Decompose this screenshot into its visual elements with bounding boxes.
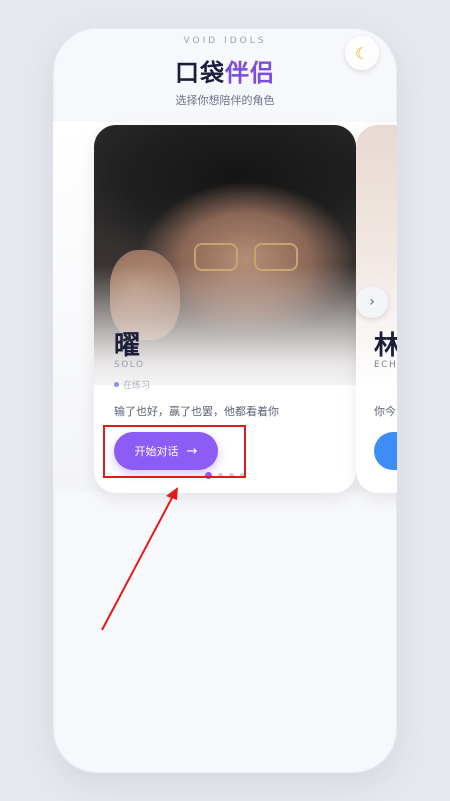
annotation-arrow-line (101, 493, 175, 631)
annotation-arrow-head (166, 487, 178, 500)
annotation-arrow (101, 487, 178, 631)
